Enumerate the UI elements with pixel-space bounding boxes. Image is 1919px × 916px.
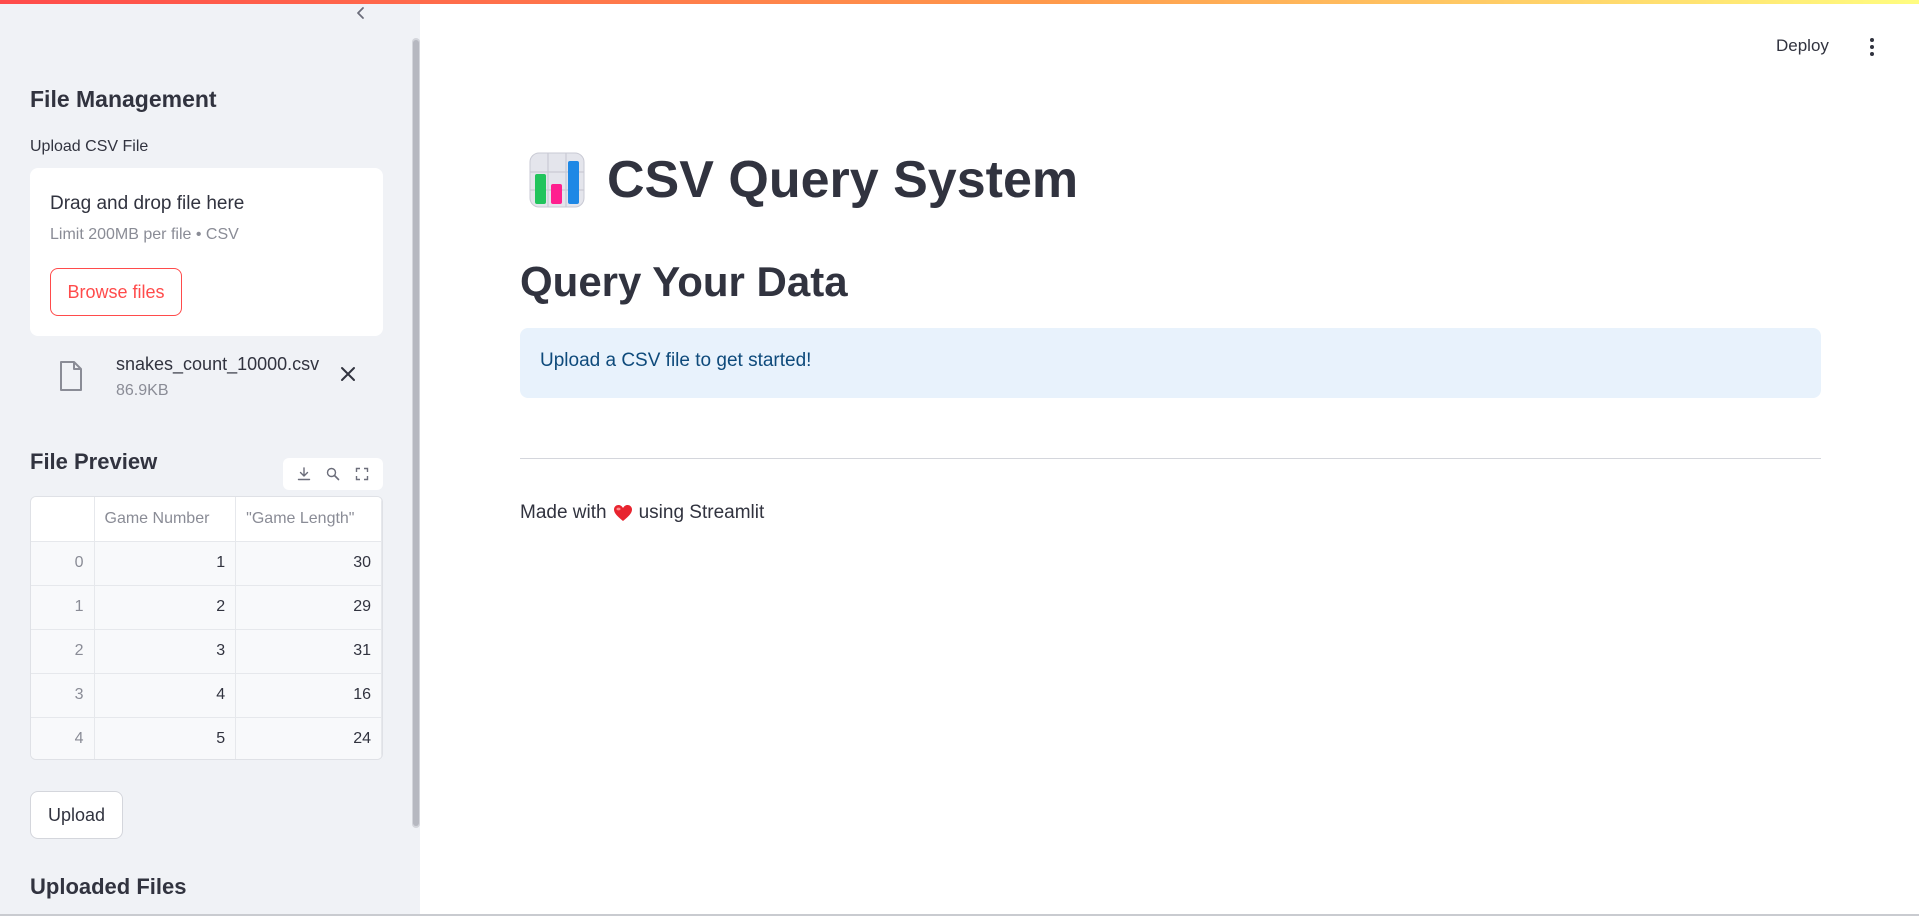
file-icon [58, 360, 84, 392]
search-icon[interactable] [322, 463, 344, 485]
info-alert: Upload a CSV file to get started! [520, 328, 1821, 398]
chevron-left-icon[interactable] [350, 2, 372, 24]
browse-files-button[interactable]: Browse files [50, 268, 182, 316]
table-header-row: Game Number "Game Length" [31, 497, 382, 542]
file-management-heading: File Management [30, 86, 217, 112]
row-index-cell[interactable]: 1 [31, 585, 95, 630]
deploy-button[interactable]: Deploy [1776, 36, 1829, 56]
table-cell[interactable]: 4 [94, 673, 237, 718]
download-icon[interactable] [293, 463, 315, 485]
table-cell[interactable]: 5 [94, 717, 237, 759]
heart-icon [613, 504, 633, 522]
column-header-game-length[interactable]: "Game Length" [235, 497, 382, 542]
row-index-cell[interactable]: 4 [31, 717, 95, 759]
table-row: 1 2 29 [31, 585, 382, 630]
row-index-cell[interactable]: 3 [31, 673, 95, 718]
table-row: 3 4 16 [31, 673, 382, 718]
footer-text-after: using Streamlit [638, 502, 765, 523]
uploaded-files-heading: Uploaded Files [30, 874, 187, 899]
table-row: 2 3 31 [31, 629, 382, 674]
table-cell[interactable]: 3 [94, 629, 237, 674]
upload-button[interactable]: Upload [30, 791, 123, 839]
table-cell[interactable]: 30 [235, 541, 382, 586]
file-preview-table[interactable]: Game Number "Game Length" 0 1 30 1 2 29 … [30, 496, 383, 760]
uploaded-file-name: snakes_count_10000.csv [116, 354, 320, 374]
table-cell[interactable]: 16 [235, 673, 382, 718]
table-cell[interactable]: 31 [235, 629, 382, 674]
dropzone-title: Drag and drop file here [50, 193, 245, 214]
file-dropzone[interactable]: Drag and drop file here Limit 200MB per … [30, 168, 383, 336]
kebab-menu-icon[interactable] [1862, 34, 1882, 60]
table-cell[interactable]: 24 [235, 717, 382, 759]
uploaded-file-item: snakes_count_10000.csv 86.9KB [30, 352, 383, 408]
uploader-label: Upload CSV File [30, 138, 149, 155]
divider [520, 458, 1821, 459]
bar-chart-icon [529, 152, 585, 208]
row-index-cell[interactable]: 0 [31, 541, 95, 586]
sidebar-scrollbar-thumb[interactable] [413, 40, 419, 826]
table-row: 0 1 30 [31, 541, 382, 586]
footer-text-before: Made with [520, 502, 607, 523]
row-index-cell[interactable]: 2 [31, 629, 95, 674]
file-preview-heading: File Preview [30, 449, 158, 474]
table-cell[interactable]: 29 [235, 585, 382, 630]
table-cell[interactable]: 1 [94, 541, 237, 586]
close-icon[interactable] [336, 362, 360, 386]
table-row: 4 5 24 [31, 717, 382, 759]
uploaded-file-size: 86.9KB [116, 382, 169, 399]
section-heading: Query Your Data [520, 258, 848, 305]
column-header-game-number[interactable]: Game Number [94, 497, 237, 542]
fullscreen-icon[interactable] [351, 463, 373, 485]
column-header-index[interactable] [31, 497, 95, 542]
sidebar: File Management Upload CSV File Drag and… [0, 0, 420, 916]
dataframe-toolbar [283, 458, 383, 490]
page-title: CSV Query System [607, 151, 1079, 209]
top-decoration-bar [0, 0, 1919, 4]
info-alert-text: Upload a CSV file to get started! [540, 350, 812, 371]
table-cell[interactable]: 2 [94, 585, 237, 630]
dropzone-limit-text: Limit 200MB per file • CSV [50, 226, 239, 243]
footer: Made with using Streamlit [520, 502, 764, 524]
